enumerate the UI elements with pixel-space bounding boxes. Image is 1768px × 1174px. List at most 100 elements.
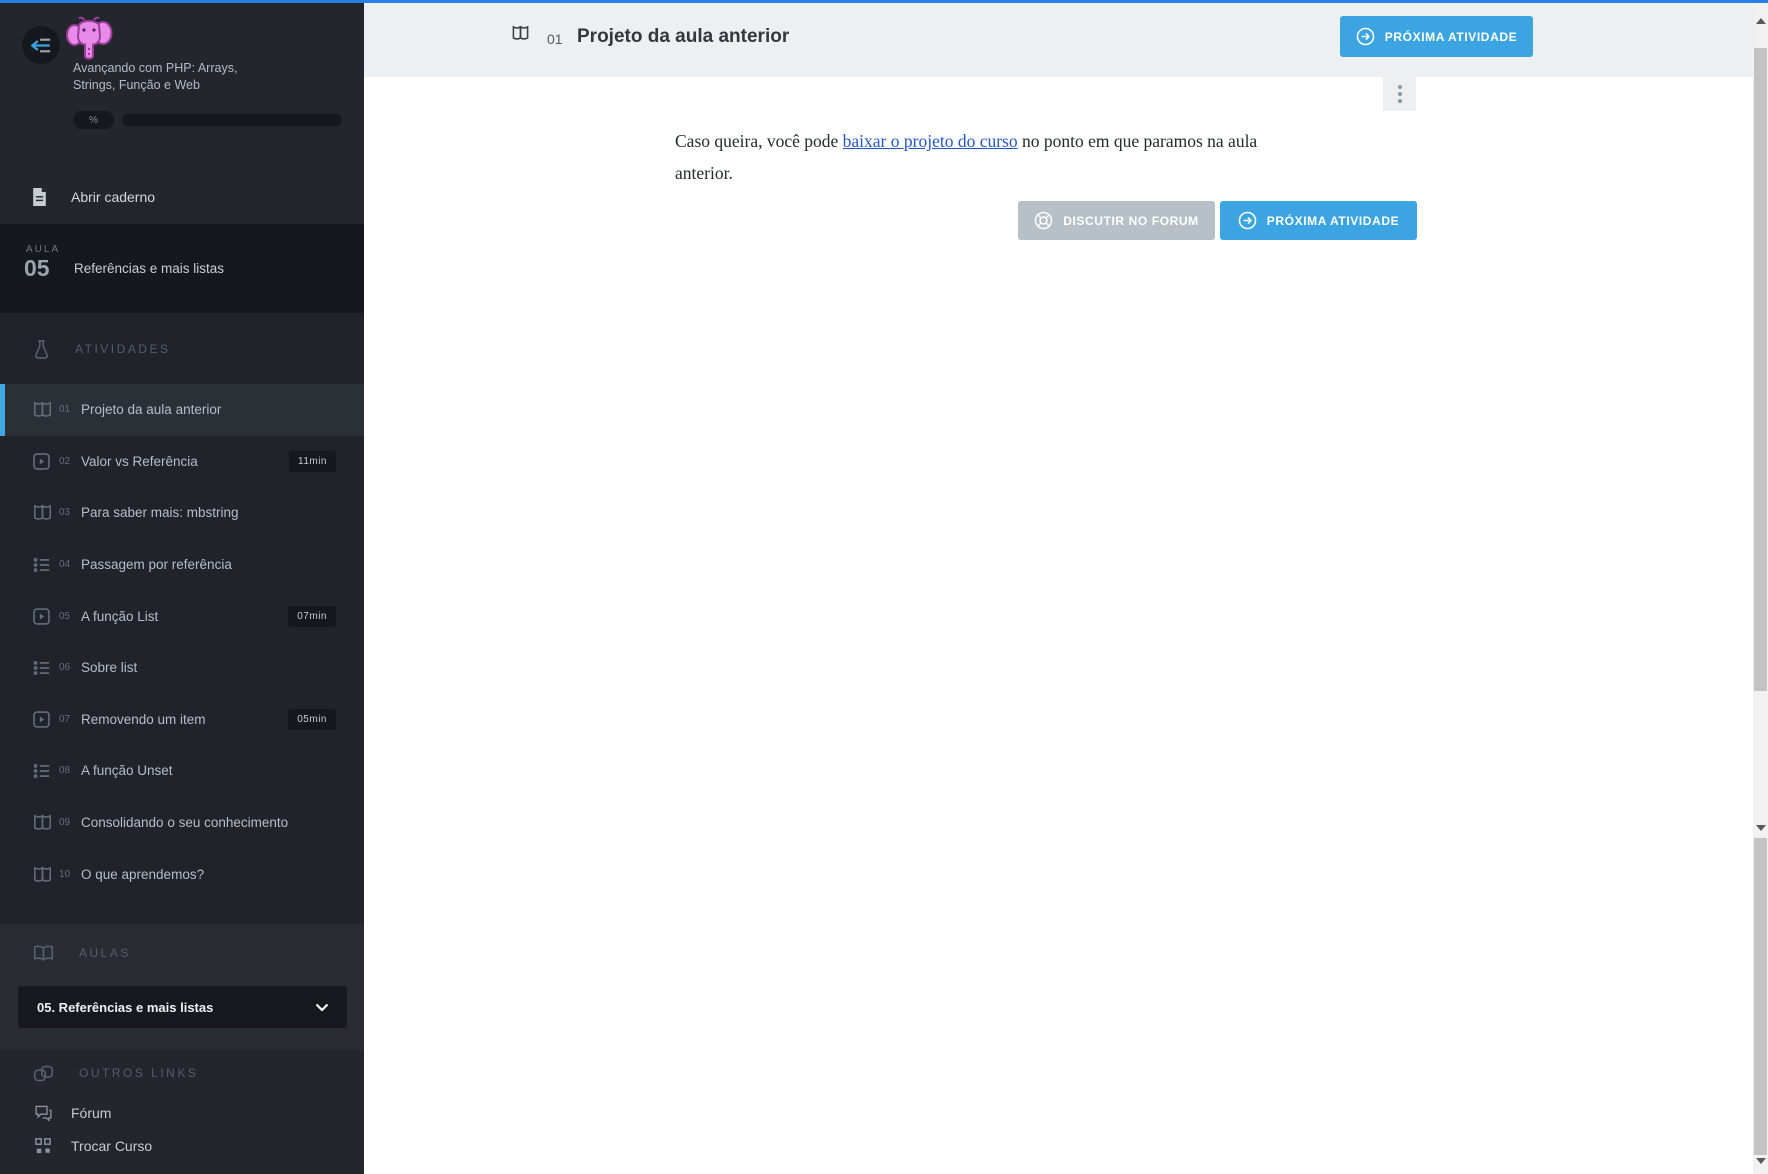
php-elephant-logo: [64, 16, 114, 62]
activity-item[interactable]: 05 A função List 07min: [0, 590, 364, 642]
next-activity-button-bottom[interactable]: PRÓXIMA ATIVIDADE: [1220, 201, 1417, 240]
activities-header-label: ATIVIDADES: [75, 341, 171, 356]
progress-bar: [122, 114, 342, 126]
activity-number: 07: [59, 713, 71, 725]
forum-icon: [35, 1105, 52, 1121]
other-links-header: OUTROS LINKS: [0, 1050, 364, 1096]
scrollbar-thumb[interactable]: [1754, 48, 1767, 691]
sidebar-link[interactable]: Fórum: [0, 1096, 364, 1129]
aulas-header-label: AULAS: [79, 946, 131, 960]
sidebar-top-area: Avançando com PHP: Arrays, Strings, Funç…: [0, 0, 364, 224]
activity-label: Removendo um item: [81, 711, 206, 727]
scroll-up-arrow-icon[interactable]: [1755, 18, 1766, 24]
other-links-section: OUTROS LINKS Fórum Trocar Curso: [0, 1050, 364, 1174]
circle-arrow-right-icon: [1356, 27, 1375, 46]
activity-item[interactable]: 09 Consolidando o seu conhecimento: [0, 797, 364, 849]
activity-label: Valor vs Referência: [81, 453, 198, 469]
activity-number: 09: [59, 817, 71, 829]
progress-percent-pill: %: [73, 111, 114, 129]
next-activity-label: PRÓXIMA ATIVIDADE: [1384, 29, 1518, 44]
activity-label: Sobre list: [81, 660, 138, 676]
course-title: Avançando com PHP: Arrays, Strings, Funç…: [73, 60, 237, 94]
discuss-forum-label: DISCUTIR NO FORUM: [1063, 213, 1199, 228]
scrollbar[interactable]: [1753, 3, 1768, 1174]
list-icon: [33, 557, 50, 572]
book-icon: [34, 814, 51, 830]
download-project-link[interactable]: baixar o projeto do curso: [843, 131, 1018, 151]
flask-icon: [35, 339, 48, 359]
video-icon: [33, 711, 50, 728]
activity-label: A função List: [81, 608, 159, 624]
next-activity-bottom-label: PRÓXIMA ATIVIDADE: [1266, 213, 1400, 228]
activity-item[interactable]: 06 Sobre list: [0, 642, 364, 694]
open-notebook-label: Abrir caderno: [71, 189, 156, 205]
open-notebook-item[interactable]: Abrir caderno: [0, 180, 364, 214]
circle-arrow-right-icon: [1238, 211, 1257, 230]
sidebar-link[interactable]: Trocar Curso: [0, 1129, 364, 1162]
main-content: 01 Projeto da aula anterior PRÓXIMA ATIV…: [364, 3, 1753, 1174]
lifebuoy-icon: [1034, 211, 1053, 230]
activities-section: ATIVIDADES 01 Projeto da aula anterior 0…: [0, 313, 364, 924]
scroll-down-arrow-icon[interactable]: [1755, 1158, 1766, 1164]
activity-item[interactable]: 04 Passagem por referência: [0, 539, 364, 591]
activity-item[interactable]: 10 O que aprendemos?: [0, 848, 364, 900]
activity-header-title: Projeto da aula anterior: [577, 26, 790, 47]
lesson-number: 05: [24, 255, 50, 281]
lesson-word-label: AULA: [26, 244, 61, 255]
chevron-down-icon: [315, 1003, 329, 1012]
book-icon: [34, 505, 51, 521]
activity-paragraph: Caso queira, você pode baixar o projeto …: [675, 125, 1295, 189]
activity-duration-badge: 11min: [289, 450, 336, 472]
other-links-list: Fórum Trocar Curso: [0, 1096, 364, 1162]
activities-section-header: ATIVIDADES: [0, 313, 364, 384]
document-icon: [33, 188, 46, 206]
book-icon: [34, 401, 51, 418]
lesson-title: Referências e mais listas: [74, 261, 225, 276]
lesson-select-value: 05. Referências e mais listas: [37, 999, 214, 1015]
video-icon: [33, 453, 50, 470]
activity-header-number: 01: [547, 31, 563, 47]
activity-number: 06: [59, 662, 71, 674]
activity-number: 02: [59, 455, 71, 467]
links-icon: [33, 1065, 54, 1081]
activity-label: Consolidando o seu conhecimento: [81, 815, 289, 831]
aulas-section: AULAS 05. Referências e mais listas: [0, 924, 364, 1050]
aulas-section-header: AULAS: [0, 924, 364, 982]
activity-item[interactable]: 08 A função Unset: [0, 745, 364, 797]
arrow-left-lines-icon: [30, 38, 51, 52]
activity-item[interactable]: 07 Removendo um item 05min: [0, 694, 364, 746]
activity-label: Para saber mais: mbstring: [81, 505, 239, 521]
activity-item[interactable]: 03 Para saber mais: mbstring: [0, 487, 364, 539]
activity-duration-badge: 05min: [288, 708, 336, 730]
lesson-select-dropdown[interactable]: 05. Referências e mais listas: [18, 986, 347, 1028]
more-options-button[interactable]: [1383, 77, 1416, 111]
activity-item[interactable]: 02 Valor vs Referência 11min: [0, 436, 364, 488]
sidebar-link-label: Trocar Curso: [71, 1137, 153, 1154]
scrollbar-thumb-outer[interactable]: [1754, 838, 1767, 1155]
activity-number: 04: [59, 559, 71, 571]
activity-number: 03: [59, 507, 71, 519]
collapse-sidebar-button[interactable]: [22, 26, 60, 64]
elephant-icon: [66, 16, 113, 60]
activity-item[interactable]: 01 Projeto da aula anterior: [0, 384, 364, 436]
activity-label: Passagem por referência: [81, 557, 232, 573]
page-top-accent-border: [0, 0, 1768, 3]
activity-label: O que aprendemos?: [81, 866, 205, 882]
paragraph-text-before: Caso queira, você pode: [675, 131, 843, 151]
course-sidebar: Avançando com PHP: Arrays, Strings, Funç…: [0, 0, 364, 1174]
activity-number: 01: [59, 404, 71, 416]
activity-header-bar: 01 Projeto da aula anterior PRÓXIMA ATIV…: [364, 3, 1753, 77]
list-icon: [33, 764, 50, 778]
book-icon: [34, 866, 51, 882]
next-activity-button[interactable]: PRÓXIMA ATIVIDADE: [1340, 16, 1533, 57]
current-lesson-block: AULA 05 Referências e mais listas: [0, 224, 364, 313]
discuss-forum-button[interactable]: DISCUTIR NO FORUM: [1018, 201, 1215, 240]
open-book-icon: [33, 945, 54, 962]
activity-number: 05: [59, 610, 71, 622]
activity-number: 10: [59, 868, 71, 880]
list-icon: [33, 660, 50, 675]
grid-icon: [35, 1137, 51, 1153]
scroll-down-arrow-icon[interactable]: [1755, 825, 1766, 831]
sidebar-link-label: Fórum: [71, 1104, 112, 1121]
activities-list: 01 Projeto da aula anterior 02 Valor vs …: [0, 384, 364, 900]
